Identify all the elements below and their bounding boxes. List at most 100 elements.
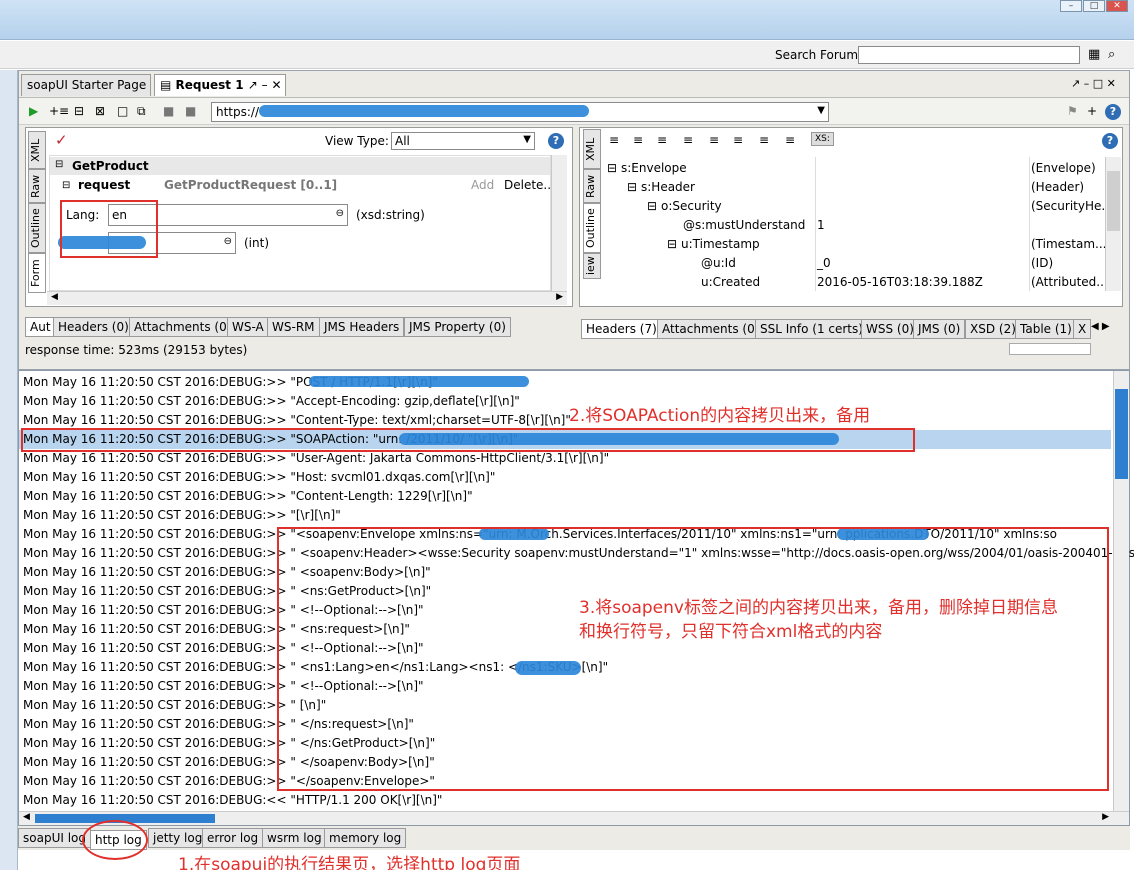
tag-icon[interactable]: ⚑: [1067, 104, 1078, 118]
tab-request-headers[interactable]: Headers (0): [53, 317, 134, 337]
vtab-outline[interactable]: Outline: [583, 203, 601, 253]
search-label: Search Forum: [775, 48, 859, 62]
tab-jetty-log[interactable]: jetty log: [148, 828, 208, 848]
outline-node[interactable]: u:Timestamp: [681, 237, 760, 251]
delete-button[interactable]: Delete..: [504, 178, 551, 192]
tree-toggle-icon[interactable]: ⊟: [667, 237, 677, 251]
vtab-xml[interactable]: XML: [583, 129, 601, 169]
tab-scroll-icon[interactable]: ◀ ▶: [1091, 321, 1110, 332]
tab-controls[interactable]: ↗ – ✕: [248, 78, 282, 92]
request-element: request: [78, 178, 131, 192]
scroll-right-icon[interactable]: ▶: [1102, 812, 1109, 822]
tab-more[interactable]: X: [1073, 319, 1092, 339]
log-vscroll[interactable]: [1113, 371, 1129, 811]
log-line: Mon May 16 11:20:50 CST 2016:DEBUG:>> "C…: [23, 489, 473, 503]
outline-node[interactable]: u:Created: [701, 275, 760, 289]
help-icon[interactable]: ?: [1102, 133, 1118, 149]
form-hscroll[interactable]: ◀ ▶: [47, 291, 567, 305]
stop-icon[interactable]: ■: [185, 104, 196, 118]
chevron-down-icon: ▼: [523, 134, 531, 145]
tree-toggle-icon[interactable]: ⊟: [627, 180, 637, 194]
grid-icon[interactable]: ▦: [1088, 47, 1100, 62]
operation-name: GetProduct: [72, 159, 149, 173]
search-input[interactable]: [858, 46, 1080, 64]
cancel-icon[interactable]: ■: [163, 104, 174, 118]
outline-node[interactable]: s:Header: [641, 180, 695, 194]
align-icon[interactable]: ≡: [733, 133, 743, 147]
window-icon[interactable]: □: [117, 104, 128, 118]
search-icon[interactable]: ⌕: [1108, 47, 1115, 62]
minimize-icon[interactable]: –: [1060, 0, 1082, 12]
scroll-left-icon[interactable]: ◀: [51, 292, 58, 302]
help-icon[interactable]: ?: [548, 133, 564, 149]
tab-request-attachments[interactable]: Attachments (0): [129, 317, 237, 337]
add-icon[interactable]: +: [1087, 104, 1097, 118]
tab-table[interactable]: Table (1): [1015, 319, 1077, 339]
outline-vscroll[interactable]: [1105, 157, 1121, 291]
tab-xsd[interactable]: XSD (2): [965, 319, 1021, 339]
outline-node[interactable]: @u:Id: [701, 256, 736, 270]
add-step-icon[interactable]: +≡: [49, 104, 69, 118]
tab-wsrm-log[interactable]: wsrm log: [262, 828, 327, 848]
xsd-badge[interactable]: XS:: [811, 132, 834, 146]
align-icon[interactable]: ≡: [657, 133, 667, 147]
expand-icon[interactable]: ⊠: [95, 104, 105, 118]
vtab-xml[interactable]: XML: [28, 131, 46, 169]
vtab-form[interactable]: Form: [28, 253, 46, 293]
copy-icon[interactable]: ⧉: [137, 104, 146, 118]
outline-type: (Timestam...: [1031, 237, 1107, 251]
tab-starter-page[interactable]: soapUI Starter Page: [21, 74, 151, 96]
align-icon[interactable]: ≡: [785, 133, 795, 147]
view-type-select[interactable]: All ▼: [391, 132, 535, 150]
vtab-raw[interactable]: Raw: [28, 169, 46, 203]
align-icon[interactable]: ≡: [709, 133, 719, 147]
window-titlebar: – □ ✕: [0, 0, 1134, 40]
help-icon[interactable]: ?: [1105, 104, 1121, 120]
tab-ws-rm[interactable]: WS-RM: [267, 317, 320, 337]
vtab-raw[interactable]: Raw: [583, 169, 601, 203]
scroll-right-icon[interactable]: ▶: [556, 292, 563, 302]
tab-response-headers[interactable]: Headers (7): [581, 319, 662, 339]
tab-request-1[interactable]: ▤ Request 1 ↗ – ✕: [154, 74, 286, 96]
tab-jms-headers[interactable]: JMS Headers: [319, 317, 405, 337]
tab-error-log[interactable]: error log: [202, 828, 264, 848]
tab-ssl-info[interactable]: SSL Info (1 certs): [755, 319, 868, 339]
collapse-icon[interactable]: ⊟: [62, 180, 70, 191]
run-icon[interactable]: ▶: [29, 104, 38, 118]
tab-response-attachments[interactable]: Attachments (0): [657, 319, 765, 339]
outline-node[interactable]: o:Security: [661, 199, 722, 213]
clear-icon[interactable]: ⊟: [74, 104, 84, 118]
scroll-thumb[interactable]: [1107, 171, 1120, 231]
vtab-outline[interactable]: Outline: [28, 203, 46, 253]
progress-bar: [1009, 343, 1091, 355]
collapse-icon[interactable]: ⊟: [55, 159, 63, 170]
scroll-left-icon[interactable]: ◀: [23, 812, 30, 822]
outline-type: (Header): [1031, 180, 1085, 194]
scroll-thumb[interactable]: [1115, 389, 1128, 479]
log-hscroll[interactable]: ◀ ▶: [19, 811, 1129, 825]
tab-memory-log[interactable]: memory log: [324, 828, 407, 848]
align-icon[interactable]: ≡: [683, 133, 693, 147]
panel-controls[interactable]: ↗ – □ ✕: [1071, 77, 1116, 90]
align-icon[interactable]: ≡: [633, 133, 643, 147]
tab-jms[interactable]: JMS (0): [913, 319, 966, 339]
tree-toggle-icon[interactable]: ⊟: [607, 161, 617, 175]
form-vscroll[interactable]: [551, 155, 567, 291]
close-window-icon[interactable]: ✕: [1106, 0, 1128, 12]
vtab-view[interactable]: iew: [583, 253, 601, 279]
add-button[interactable]: Add: [471, 178, 494, 192]
check-icon[interactable]: ✓: [55, 131, 68, 149]
align-icon[interactable]: ≡: [609, 133, 619, 147]
tab-soapui-log[interactable]: soapUI log: [18, 828, 91, 848]
maximize-icon[interactable]: □: [1083, 0, 1105, 12]
tab-jms-property[interactable]: JMS Property (0): [404, 317, 511, 337]
tab-wss[interactable]: WSS (0): [861, 319, 919, 339]
tab-auth[interactable]: Aut: [25, 317, 56, 337]
log-tabs: soapUI log http log jetty log error log …: [18, 820, 1130, 860]
lang-type: (xsd:string): [356, 208, 425, 222]
tab-ws-a[interactable]: WS-A: [227, 317, 269, 337]
outline-node[interactable]: @s:mustUnderstand: [683, 218, 805, 232]
tree-toggle-icon[interactable]: ⊟: [647, 199, 657, 213]
outline-node[interactable]: s:Envelope: [621, 161, 687, 175]
align-icon[interactable]: ≡: [759, 133, 769, 147]
